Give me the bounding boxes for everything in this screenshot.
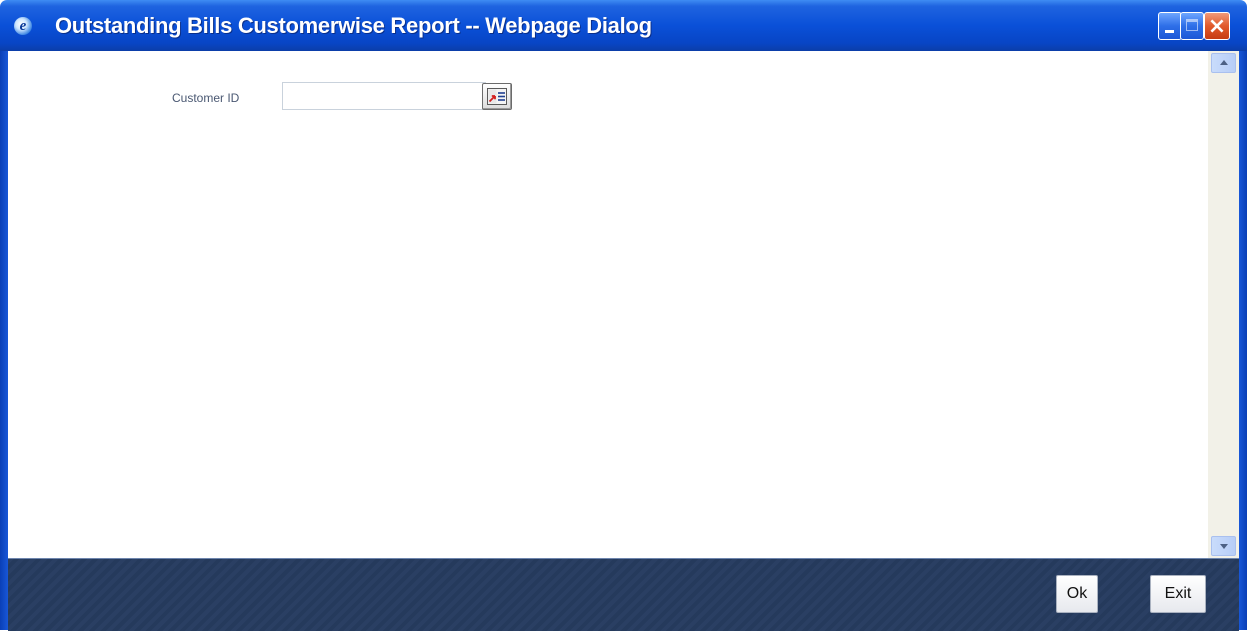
maximize-button[interactable] bbox=[1180, 12, 1204, 40]
dialog-content: Customer ID bbox=[8, 51, 1208, 558]
scroll-down-button[interactable] bbox=[1211, 536, 1236, 556]
title-bar[interactable]: e Outstanding Bills Customerwise Report … bbox=[0, 0, 1247, 51]
minimize-icon bbox=[1165, 30, 1174, 33]
scroll-up-button[interactable] bbox=[1211, 53, 1236, 73]
customer-id-lov-button[interactable] bbox=[482, 83, 512, 110]
close-icon: × bbox=[1207, 14, 1227, 39]
ie-icon: e bbox=[14, 17, 32, 35]
window-title: Outstanding Bills Customerwise Report --… bbox=[55, 13, 652, 38]
vertical-scrollbar[interactable] bbox=[1208, 51, 1239, 558]
window-border-left bbox=[0, 51, 8, 630]
customer-id-input[interactable] bbox=[282, 82, 486, 110]
exit-button[interactable]: Exit bbox=[1150, 575, 1206, 613]
dialog-footer: Ok Exit bbox=[8, 558, 1239, 631]
ok-button[interactable]: Ok bbox=[1056, 575, 1098, 613]
dialog-window: e Outstanding Bills Customerwise Report … bbox=[0, 0, 1247, 631]
list-of-values-icon bbox=[487, 88, 507, 105]
customer-id-label: Customer ID bbox=[172, 91, 240, 105]
maximize-icon bbox=[1186, 19, 1198, 31]
window-border-right bbox=[1239, 51, 1247, 630]
close-button[interactable]: × bbox=[1204, 12, 1230, 40]
minimize-button[interactable] bbox=[1158, 12, 1182, 40]
